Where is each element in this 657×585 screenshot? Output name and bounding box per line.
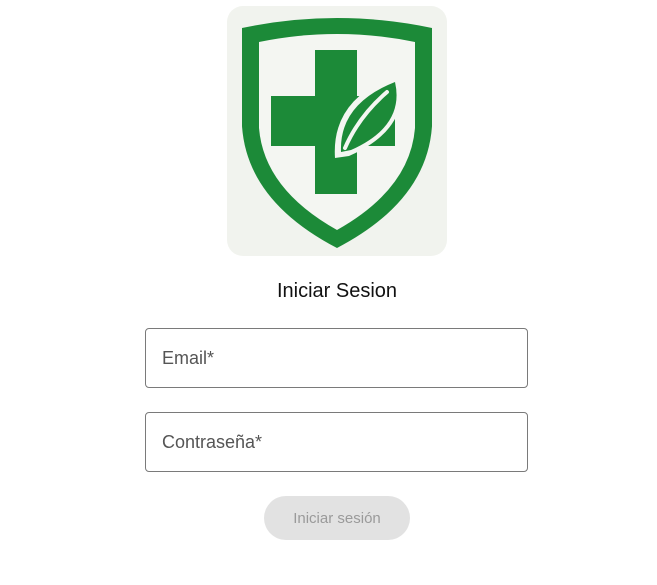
shield-cross-leaf-icon — [242, 18, 432, 248]
login-button[interactable]: Iniciar sesión — [264, 496, 410, 540]
password-field[interactable] — [145, 412, 528, 472]
password-input[interactable] — [146, 413, 527, 471]
login-title: Iniciar Sesion — [276, 280, 398, 302]
email-input[interactable] — [146, 329, 527, 387]
email-field[interactable] — [145, 328, 528, 388]
app-logo — [227, 6, 447, 256]
login-page: Iniciar Sesion Iniciar sesión — [0, 0, 657, 585]
